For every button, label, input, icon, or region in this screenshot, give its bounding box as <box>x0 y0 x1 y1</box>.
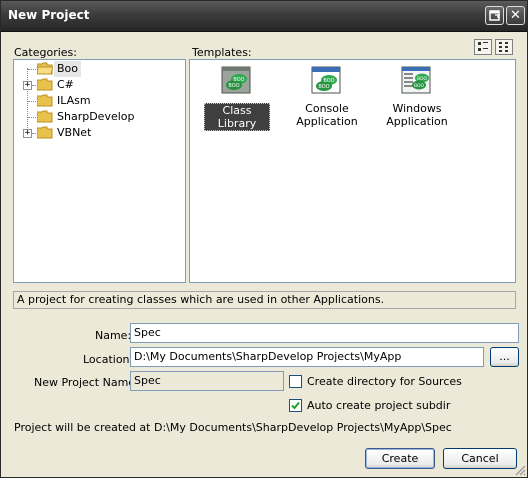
tree-item-boo[interactable]: Boo <box>14 61 184 77</box>
templates-label: Templates: <box>192 46 252 59</box>
folder-icon <box>37 94 53 107</box>
template-class-library[interactable]: BOO BOO Class Library <box>192 64 282 131</box>
auto-create-subdir-label[interactable]: Auto create project subdir <box>307 399 450 412</box>
project-name-label: New Project Name: <box>34 376 139 389</box>
large-icons-view-button[interactable] <box>474 39 492 55</box>
large-icons-view-icon <box>478 42 488 51</box>
tree-item-label: Boo <box>54 61 82 77</box>
tree-item-label: C# <box>57 78 74 91</box>
project-name-field: Spec <box>130 371 284 391</box>
windows-application-icon: BOO BOO <box>401 66 431 94</box>
project-path-status: Project will be created at D:\My Documen… <box>14 421 452 434</box>
cancel-button[interactable]: Cancel <box>443 448 517 469</box>
template-label: Console Application <box>296 102 358 128</box>
templates-list[interactable]: BOO BOO Class Library BOO BOO Console Ap… <box>189 59 516 283</box>
restore-button[interactable] <box>485 6 504 25</box>
template-label: Windows Application <box>386 102 448 128</box>
svg-text:BOO: BOO <box>414 83 425 89</box>
close-icon: ✕ <box>510 8 521 23</box>
tree-item-label: SharpDevelop <box>57 110 135 123</box>
svg-text:BOO: BOO <box>417 76 428 82</box>
template-label: Class Library <box>204 103 270 131</box>
create-directory-checkbox[interactable] <box>289 375 302 388</box>
svg-text:BOO: BOO <box>228 83 239 89</box>
name-input[interactable]: Spec <box>130 323 519 343</box>
tree-item-label: VBNet <box>57 126 92 139</box>
tree-item-csharp[interactable]: + C# <box>14 77 184 93</box>
checkmark-icon <box>291 401 300 410</box>
create-directory-label[interactable]: Create directory for Sources <box>307 375 462 388</box>
tree-item-ilasm[interactable]: ILAsm <box>14 93 184 109</box>
auto-create-subdir-checkbox[interactable] <box>289 399 302 412</box>
title-bar[interactable]: New Project ✕ <box>1 1 527 32</box>
template-windows-application[interactable]: BOO BOO Windows Application <box>372 64 462 130</box>
folder-open-icon <box>37 62 53 75</box>
expand-icon[interactable]: + <box>23 129 32 138</box>
resize-grip-icon[interactable] <box>513 463 526 476</box>
console-application-icon: BOO BOO <box>311 66 341 94</box>
tree-item-vbnet[interactable]: + VBNet <box>14 125 184 141</box>
tree-item-sharpdevelop[interactable]: SharpDevelop <box>14 109 184 125</box>
template-description: A project for creating classes which are… <box>13 291 516 309</box>
location-input[interactable]: D:\My Documents\SharpDevelop Projects\My… <box>130 347 484 367</box>
class-library-icon: BOO BOO <box>221 66 251 94</box>
template-console-application[interactable]: BOO BOO Console Application <box>282 64 372 130</box>
name-label: Name: <box>95 329 132 342</box>
expand-icon[interactable]: + <box>23 81 32 90</box>
new-project-dialog: New Project ✕ Categories: Boo + C# ILAsm… <box>0 0 528 478</box>
create-button[interactable]: Create <box>365 448 435 469</box>
browse-button[interactable]: ... <box>490 347 519 367</box>
folder-icon <box>37 78 53 91</box>
folder-icon <box>37 110 53 123</box>
close-button[interactable]: ✕ <box>506 6 525 25</box>
location-label: Location: <box>83 353 134 366</box>
svg-text:BOO: BOO <box>318 84 329 90</box>
categories-tree[interactable]: Boo + C# ILAsm SharpDevelop + VBNet <box>13 59 186 283</box>
categories-label: Categories: <box>14 46 77 59</box>
window-title: New Project <box>8 8 90 22</box>
list-view-button[interactable] <box>495 39 513 55</box>
folder-icon <box>37 126 53 139</box>
tree-item-label: ILAsm <box>57 94 91 107</box>
restore-icon <box>489 10 500 21</box>
list-view-icon <box>499 42 508 52</box>
